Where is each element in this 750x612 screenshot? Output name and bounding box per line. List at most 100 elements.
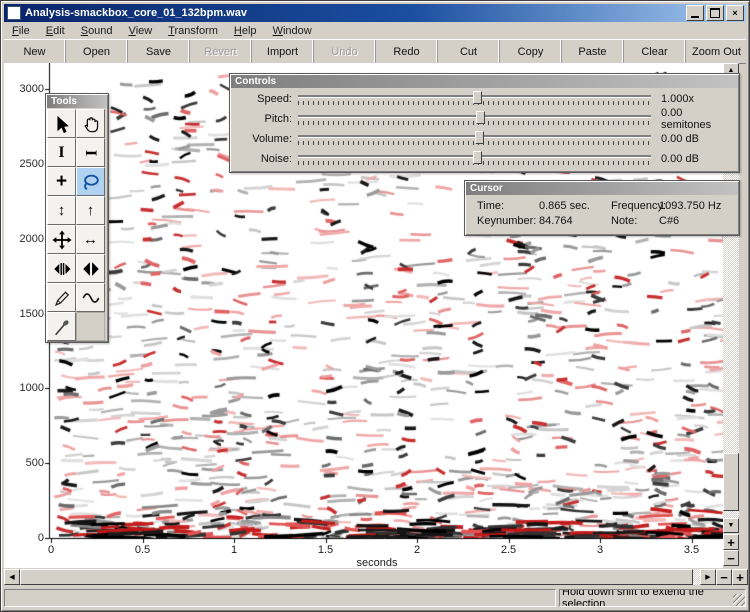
draw-tool[interactable]: +: [47, 167, 76, 196]
horizontal-zoom-out-button[interactable]: −: [716, 569, 732, 585]
move-tool[interactable]: [47, 225, 76, 254]
controls-palette-title[interactable]: Controls: [231, 75, 738, 88]
redo-button[interactable]: Redo: [376, 40, 438, 63]
cursor-palette: Cursor Time:0.865 sec.Frequency:1093.750…: [464, 180, 740, 236]
horizontal-zoom-in-button[interactable]: +: [732, 569, 748, 585]
stretch-horizontal-tool-icon: ↔: [83, 232, 98, 247]
title-bar[interactable]: Analysis-smackbox_core_01_132bpm.wav ×: [4, 4, 746, 22]
status-panel-left: [4, 589, 556, 607]
close-icon: ×: [732, 8, 737, 18]
probe-tool[interactable]: [47, 312, 76, 341]
menu-view[interactable]: View: [121, 24, 161, 38]
zoom-out-button[interactable]: Zoom Out: [686, 40, 746, 63]
menu-edit[interactable]: Edit: [38, 24, 73, 38]
x-tick-label: 1.5: [308, 544, 344, 556]
slider-thumb[interactable]: [476, 111, 485, 124]
slider-pitch[interactable]: [298, 111, 651, 127]
horizontal-scroll-thumb[interactable]: [20, 569, 693, 585]
menu-window[interactable]: Window: [265, 24, 320, 38]
menu-transform[interactable]: Transform: [160, 24, 226, 38]
time-select-tool-icon: I: [58, 145, 64, 161]
cut-button[interactable]: Cut: [438, 40, 500, 63]
tools-grid: II + ↕ ↑ ↔: [47, 109, 107, 341]
vertical-scroll-thumb[interactable]: [723, 453, 739, 511]
cursor-palette-title[interactable]: Cursor: [466, 182, 738, 195]
tools-palette-title[interactable]: Tools: [47, 95, 107, 108]
slider-label: Speed:: [234, 93, 298, 105]
slider-value: 0.00 dB: [651, 153, 699, 165]
slider-value: 0.00 semitones: [651, 107, 735, 131]
clear-button[interactable]: Clear: [624, 40, 686, 63]
minimize-button[interactable]: [686, 5, 704, 21]
scroll-down-button[interactable]: ▼: [723, 518, 739, 533]
time-shift-tool[interactable]: [47, 254, 76, 283]
open-button[interactable]: Open: [66, 40, 128, 63]
draw-tool-icon: +: [56, 172, 67, 191]
stretch-vertical-tool[interactable]: ↕: [47, 196, 76, 225]
close-button[interactable]: ×: [726, 5, 744, 21]
wave-tool[interactable]: [76, 283, 105, 312]
needle-icon: [52, 317, 72, 337]
pencil-tool[interactable]: [47, 283, 76, 312]
import-button[interactable]: Import: [252, 40, 314, 63]
scroll-right-icon: ▶: [705, 573, 710, 581]
menu-sound[interactable]: Sound: [73, 24, 121, 38]
scroll-right-button[interactable]: ▶: [700, 569, 716, 585]
lasso-tool[interactable]: [76, 167, 105, 196]
slider-track[interactable]: [298, 115, 651, 118]
stretch-horizontal-tool[interactable]: ↔: [76, 225, 105, 254]
vertical-zoom-out-button[interactable]: −: [723, 550, 739, 566]
slider-thumb[interactable]: [473, 151, 482, 164]
x-tick-label: 1: [216, 544, 252, 556]
slider-thumb[interactable]: [475, 131, 484, 144]
frequency-select-tool[interactable]: I: [76, 138, 105, 167]
pointer-tool[interactable]: [47, 109, 76, 138]
x-tick-label: 2: [399, 544, 435, 556]
splith-icon: [52, 259, 72, 279]
time-reverse-tool[interactable]: [76, 254, 105, 283]
status-message: Hold down shift to extend the selection: [562, 589, 743, 607]
x-tick-label: 3: [582, 544, 618, 556]
horizontal-scroll-track[interactable]: [20, 569, 700, 585]
scroll-left-button[interactable]: ◀: [4, 569, 20, 585]
cursor-field-label: Frequency:: [611, 200, 659, 212]
slider-speed[interactable]: [298, 91, 651, 107]
undo-button: Undo: [314, 40, 376, 63]
app-icon: [7, 6, 21, 20]
y-tick-label: 3000: [6, 83, 44, 95]
slider-noise[interactable]: [298, 151, 651, 167]
app-window: Analysis-smackbox_core_01_132bpm.wav × F…: [0, 0, 750, 612]
trih-icon: [81, 259, 101, 279]
cursor-readout: Time:0.865 sec.Frequency:1093.750 HzKeyn…: [477, 200, 739, 227]
sine-icon: [81, 288, 101, 308]
horizontal-scrollbar[interactable]: ◀ ▶ − +: [4, 569, 748, 585]
copy-button[interactable]: Copy: [500, 40, 562, 63]
save-button[interactable]: Save: [128, 40, 190, 63]
hand-tool[interactable]: [76, 109, 105, 138]
transpose-tool[interactable]: ↑: [76, 196, 105, 225]
time-select-tool[interactable]: I: [47, 138, 76, 167]
slider-volume[interactable]: [298, 131, 651, 147]
slider-row-pitch: Pitch:0.00 semitones: [234, 109, 735, 129]
status-bar: Hold down shift to extend the selection: [4, 585, 746, 608]
y-tick-label: 1000: [6, 382, 44, 394]
vertical-zoom-in-button[interactable]: +: [723, 534, 739, 550]
y-tick-label: 500: [6, 457, 44, 469]
slider-value: 1.000x: [651, 93, 694, 105]
hand-icon: [81, 114, 101, 134]
resize-grip[interactable]: [733, 594, 745, 606]
plus-icon: +: [736, 570, 744, 585]
slider-value: 0.00 dB: [651, 133, 699, 145]
slider-thumb[interactable]: [473, 91, 482, 104]
new-button[interactable]: New: [4, 40, 66, 63]
maximize-button[interactable]: [706, 5, 724, 21]
paste-button[interactable]: Paste: [562, 40, 624, 63]
y-tick-label: 0: [6, 532, 44, 544]
menu-file[interactable]: File: [4, 24, 38, 38]
scroll-down-icon: ▼: [728, 522, 735, 529]
tools-palette: Tools II + ↕ ↑ ↔: [45, 93, 109, 343]
cursor-field-label: Time:: [477, 200, 539, 212]
menu-help[interactable]: Help: [226, 24, 265, 38]
transpose-tool-icon: ↑: [87, 203, 95, 218]
toolbar: NewOpenSaveRevertImportUndoRedoCutCopyPa…: [4, 39, 746, 64]
